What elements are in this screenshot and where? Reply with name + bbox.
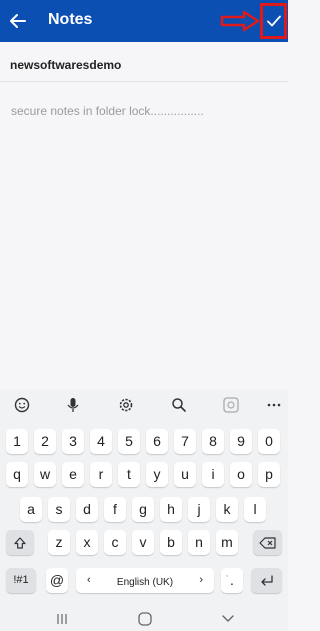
key-d[interactable]: d [76, 497, 98, 522]
symbols-key[interactable]: !#1 [6, 568, 36, 593]
microphone-icon[interactable] [63, 395, 83, 415]
key-2[interactable]: 2 [34, 429, 56, 454]
shift-icon [14, 537, 26, 549]
key-i[interactable]: i [202, 462, 224, 487]
key-g[interactable]: g [132, 497, 154, 522]
app-bar: Notes [0, 0, 288, 42]
key-6[interactable]: 6 [146, 429, 168, 454]
annotation-arrow-icon [220, 10, 260, 32]
key-e[interactable]: e [62, 462, 84, 487]
key-z[interactable]: z [48, 530, 70, 555]
keyboard: 1 2 3 4 5 6 7 8 9 0 q w e r t y u i o p … [0, 389, 288, 631]
key-o[interactable]: o [230, 462, 252, 487]
period-label: . [230, 572, 234, 588]
key-at[interactable]: @ [46, 568, 68, 593]
key-f[interactable]: f [104, 497, 126, 522]
key-3[interactable]: 3 [62, 429, 84, 454]
back-arrow-icon[interactable] [6, 9, 30, 33]
cursor-right-icon: › [199, 574, 203, 586]
cursor-left-icon: ‹ [87, 574, 91, 586]
shift-key[interactable] [6, 530, 34, 555]
home-icon[interactable] [136, 610, 154, 628]
key-0[interactable]: 0 [258, 429, 280, 454]
page-title: Notes [48, 11, 93, 28]
key-5[interactable]: 5 [118, 429, 140, 454]
key-q[interactable]: q [6, 462, 28, 487]
note-title-text: newsoftwaresdemo [10, 58, 122, 72]
translate-icon[interactable] [221, 395, 241, 415]
check-icon [267, 15, 281, 27]
period-key[interactable]: , . [221, 568, 243, 593]
key-k[interactable]: k [216, 497, 238, 522]
comma-hint: , [226, 569, 229, 578]
key-p[interactable]: p [258, 462, 280, 487]
backspace-key[interactable] [253, 530, 282, 555]
key-r[interactable]: r [90, 462, 112, 487]
key-7[interactable]: 7 [174, 429, 196, 454]
key-x[interactable]: x [76, 530, 98, 555]
key-9[interactable]: 9 [230, 429, 252, 454]
key-u[interactable]: u [174, 462, 196, 487]
note-body-field[interactable]: secure notes in folder lock.............… [11, 104, 204, 118]
key-h[interactable]: h [160, 497, 182, 522]
save-button[interactable] [260, 3, 287, 39]
note-title-field[interactable]: newsoftwaresdemo [0, 42, 288, 82]
hide-keyboard-icon[interactable] [219, 610, 237, 628]
search-icon[interactable] [169, 395, 189, 415]
key-y[interactable]: y [146, 462, 168, 487]
key-c[interactable]: c [104, 530, 126, 555]
navigation-bar [0, 607, 288, 631]
recent-apps-icon[interactable] [53, 610, 71, 628]
space-label: English (UK) [116, 577, 174, 588]
emoji-icon[interactable] [12, 395, 32, 415]
backspace-icon [258, 537, 276, 549]
key-v[interactable]: v [132, 530, 154, 555]
enter-key[interactable] [251, 568, 282, 593]
key-n[interactable]: n [188, 530, 210, 555]
key-l[interactable]: l [244, 497, 266, 522]
key-w[interactable]: w [34, 462, 56, 487]
space-key[interactable]: ‹ English (UK) › [76, 568, 214, 593]
key-s[interactable]: s [48, 497, 70, 522]
key-m[interactable]: m [216, 530, 238, 555]
enter-icon [260, 575, 273, 586]
key-b[interactable]: b [160, 530, 182, 555]
key-8[interactable]: 8 [202, 429, 224, 454]
key-1[interactable]: 1 [6, 429, 28, 454]
key-4[interactable]: 4 [90, 429, 112, 454]
settings-gear-icon[interactable] [116, 395, 136, 415]
key-j[interactable]: j [188, 497, 210, 522]
keyboard-toolbar [0, 389, 288, 421]
key-a[interactable]: a [20, 497, 42, 522]
key-t[interactable]: t [118, 462, 140, 487]
more-options-icon[interactable] [264, 395, 284, 415]
